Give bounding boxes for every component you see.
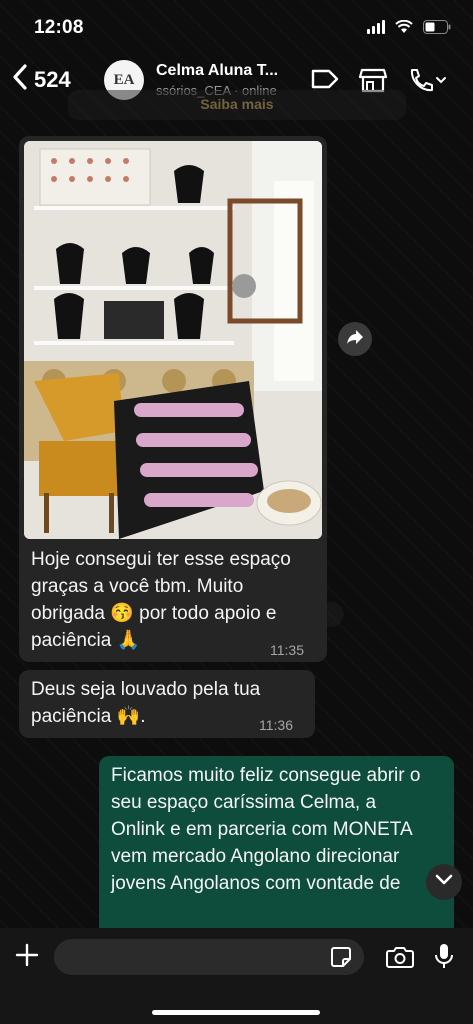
message-text: Deus seja louvado pela tua paciência 🙌. (31, 679, 261, 727)
chevron-down-icon (435, 873, 453, 891)
status-bar: 12:08 (0, 0, 473, 56)
message-text: Ficamos muito feliz consegue abrir o seu… (111, 765, 421, 894)
signal-icon (367, 20, 385, 34)
message-input[interactable] (54, 939, 364, 975)
shop-photo[interactable] (24, 141, 322, 539)
status-time: 12:08 (34, 17, 84, 38)
back-button[interactable]: 524 (12, 64, 71, 95)
wifi-icon (395, 20, 413, 34)
forward-button[interactable] (338, 322, 372, 356)
message-time: 11:36 (259, 717, 293, 733)
microphone-icon[interactable] (434, 942, 454, 975)
unread-count: 524 (34, 66, 71, 92)
message-time: 11:35 (270, 642, 304, 658)
home-indicator (152, 1010, 320, 1015)
sticker-icon[interactable] (330, 946, 352, 973)
scroll-to-bottom-button[interactable] (426, 864, 462, 900)
call-dropdown-icon[interactable] (406, 66, 450, 99)
camera-icon[interactable] (386, 946, 414, 973)
plus-icon[interactable] (14, 942, 40, 973)
business-banner[interactable]: Saiba mais (68, 90, 406, 120)
contact-name: Celma Aluna T... (156, 62, 279, 79)
battery-icon (423, 20, 451, 34)
message-text: Hoje consegui ter esse espaço graças a v… (31, 549, 291, 651)
chevron-left-icon (12, 64, 28, 95)
forward-icon (346, 329, 364, 350)
